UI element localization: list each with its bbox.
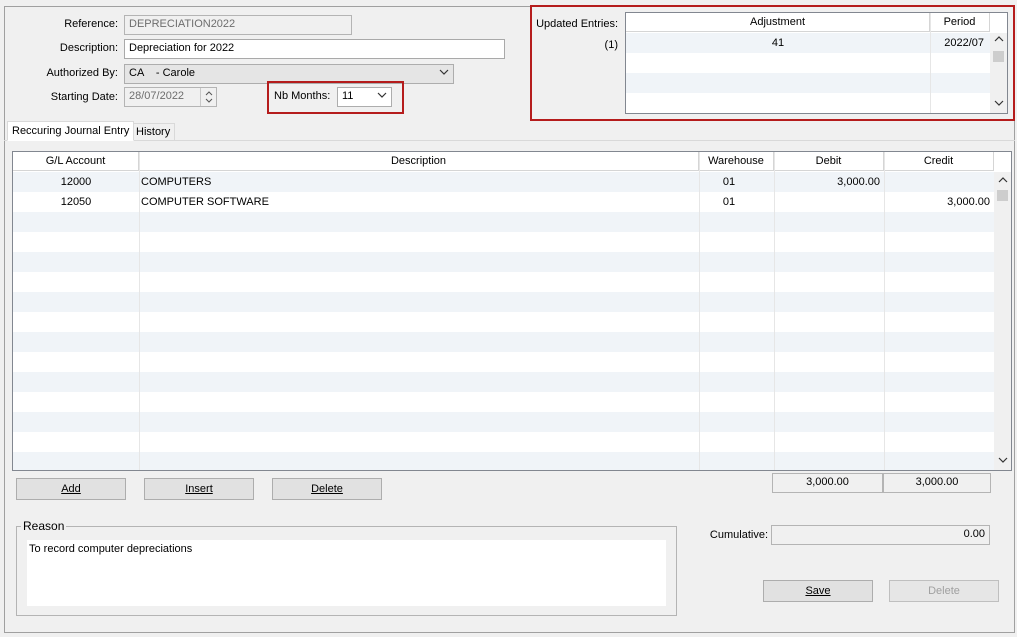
reason-label: Reason bbox=[21, 519, 67, 533]
description-cell: COMPUTERS bbox=[141, 176, 212, 188]
cumulative-field: 0.00 bbox=[771, 525, 990, 545]
delete-button[interactable]: Delete bbox=[889, 580, 999, 602]
scrollbar-thumb[interactable] bbox=[997, 190, 1008, 201]
authorized-by-value: CA - Carole bbox=[129, 67, 196, 79]
table-row[interactable] bbox=[13, 232, 994, 252]
spinner-arrows-icon bbox=[205, 91, 213, 103]
nb-months-label: Nb Months: bbox=[274, 90, 331, 102]
table-row[interactable] bbox=[13, 372, 994, 392]
table-row[interactable] bbox=[626, 73, 990, 93]
table-row[interactable]: 41 2022/07 bbox=[626, 33, 990, 53]
starting-date-value: 28/07/2022 bbox=[129, 90, 185, 102]
column-header-adjustment[interactable]: Adjustment bbox=[626, 13, 930, 32]
period-cell: 2022/07 bbox=[944, 37, 984, 49]
insert-button[interactable]: Insert bbox=[144, 478, 254, 500]
adjustment-cell: 41 bbox=[771, 37, 785, 49]
save-button[interactable]: Save bbox=[763, 580, 873, 602]
delete-row-button-label: Delete bbox=[311, 483, 343, 495]
vertical-scrollbar[interactable] bbox=[994, 172, 1011, 470]
table-row[interactable] bbox=[13, 412, 994, 432]
table-row[interactable] bbox=[13, 252, 994, 272]
table-row[interactable] bbox=[13, 312, 994, 332]
debit-cell bbox=[774, 192, 880, 212]
reference-field[interactable]: DEPRECIATION2022 bbox=[124, 15, 352, 35]
column-divider bbox=[884, 152, 885, 470]
reason-textarea[interactable]: To record computer depreciations bbox=[27, 540, 666, 606]
gl-account-cell: 12050 bbox=[60, 196, 92, 208]
total-credit: 3,000.00 bbox=[883, 473, 991, 493]
scroll-down-icon[interactable] bbox=[990, 99, 1007, 110]
table-row[interactable] bbox=[626, 93, 990, 113]
column-header-warehouse[interactable]: Warehouse bbox=[699, 152, 774, 171]
warehouse-cell: 01 bbox=[722, 196, 736, 208]
total-debit: 3,000.00 bbox=[772, 473, 883, 493]
column-header-credit[interactable]: Credit bbox=[884, 152, 994, 171]
warehouse-cell: 01 bbox=[722, 176, 736, 188]
column-divider bbox=[699, 152, 700, 470]
credit-cell bbox=[884, 172, 990, 192]
description-field[interactable]: Depreciation for 2022 bbox=[124, 39, 505, 59]
table-row[interactable]: 12000 COMPUTERS 01 3,000.00 bbox=[13, 172, 994, 192]
date-spinner[interactable] bbox=[200, 88, 216, 106]
description-cell: COMPUTER SOFTWARE bbox=[141, 196, 269, 208]
reference-label: Reference: bbox=[64, 18, 118, 30]
chevron-down-icon bbox=[439, 67, 449, 80]
column-divider bbox=[930, 13, 931, 113]
table-row[interactable] bbox=[626, 53, 990, 73]
updated-entries-count: (1) bbox=[604, 39, 618, 51]
scroll-up-icon[interactable] bbox=[994, 176, 1011, 187]
column-divider bbox=[139, 152, 140, 470]
table-row[interactable] bbox=[13, 352, 994, 372]
journal-grid[interactable]: G/L Account Description Warehouse Debit … bbox=[12, 151, 1012, 471]
tab-history[interactable]: History bbox=[131, 123, 176, 141]
table-row[interactable] bbox=[13, 392, 994, 412]
insert-button-label: Insert bbox=[185, 483, 213, 495]
scroll-up-icon[interactable] bbox=[990, 35, 1007, 46]
tab-recurring-journal-entry[interactable]: Reccuring Journal Entry bbox=[7, 121, 135, 141]
add-button-label: Add bbox=[61, 483, 81, 495]
scrollbar-thumb[interactable] bbox=[993, 51, 1004, 62]
table-row[interactable] bbox=[13, 272, 994, 292]
column-header-gl-account[interactable]: G/L Account bbox=[13, 152, 139, 171]
vertical-scrollbar[interactable] bbox=[990, 33, 1007, 113]
cumulative-label: Cumulative: bbox=[709, 529, 768, 541]
delete-row-button[interactable]: Delete bbox=[272, 478, 382, 500]
scroll-down-icon[interactable] bbox=[994, 456, 1011, 467]
column-header-debit[interactable]: Debit bbox=[774, 152, 884, 171]
table-row[interactable] bbox=[13, 332, 994, 352]
nb-months-select[interactable]: 11 bbox=[337, 87, 392, 107]
column-header-description[interactable]: Description bbox=[139, 152, 699, 171]
gl-account-cell: 12000 bbox=[60, 176, 92, 188]
column-header-period[interactable]: Period bbox=[930, 13, 990, 32]
starting-date-label: Starting Date: bbox=[50, 91, 118, 103]
credit-cell: 3,000.00 bbox=[947, 196, 990, 208]
delete-button-label: Delete bbox=[928, 585, 960, 597]
nb-months-value: 11 bbox=[342, 90, 354, 102]
updated-entries-grid[interactable]: Adjustment Period 41 2022/07 bbox=[625, 12, 1008, 114]
save-button-label: Save bbox=[805, 585, 831, 597]
add-button[interactable]: Add bbox=[16, 478, 126, 500]
column-divider bbox=[774, 152, 775, 470]
table-row[interactable] bbox=[13, 432, 994, 452]
description-label: Description: bbox=[59, 42, 118, 54]
table-row[interactable] bbox=[13, 292, 994, 312]
authorized-by-label: Authorized By: bbox=[46, 67, 118, 79]
table-row[interactable] bbox=[13, 212, 994, 232]
table-row[interactable]: 12050 COMPUTER SOFTWARE 01 3,000.00 bbox=[13, 192, 994, 212]
debit-cell: 3,000.00 bbox=[837, 176, 880, 188]
table-row[interactable] bbox=[13, 452, 994, 470]
updated-entries-label: Updated Entries: bbox=[536, 18, 618, 30]
chevron-down-icon bbox=[377, 90, 387, 103]
